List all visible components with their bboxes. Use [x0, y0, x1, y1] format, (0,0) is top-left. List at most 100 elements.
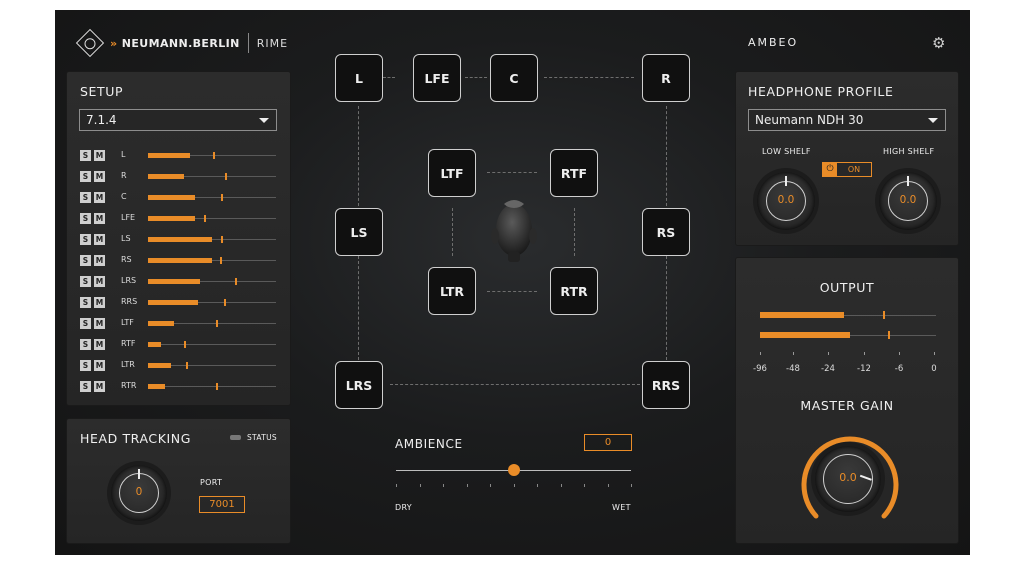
master-gain-value: 0.0 — [839, 471, 857, 484]
dropdown-arrow-icon — [259, 118, 269, 123]
ambience-slider-handle[interactable] — [507, 464, 520, 476]
peak-marker — [224, 173, 227, 180]
mute-button[interactable]: M — [94, 317, 105, 329]
speaker-lfe[interactable]: LFE — [413, 54, 461, 102]
channel-row: SM C — [80, 191, 280, 203]
ambeo-title: AMBEO — [748, 36, 799, 49]
mute-button[interactable]: M — [94, 170, 105, 182]
level-bar — [148, 258, 212, 263]
peak-marker — [213, 152, 216, 159]
plugin-window: » NEUMANN.BERLIN RIME AMBEO ⚙ SETUP 7.1.… — [55, 10, 970, 555]
solo-button[interactable]: S — [80, 149, 91, 161]
brand: » NEUMANN.BERLIN RIME — [75, 28, 289, 58]
mute-button[interactable]: M — [94, 149, 105, 161]
speaker-r[interactable]: R — [642, 54, 690, 102]
tick — [466, 484, 468, 487]
headphone-model-select[interactable]: Neumann NDH 30 — [748, 109, 946, 131]
channel-label: LTF — [121, 318, 134, 327]
speaker-l[interactable]: L — [335, 54, 383, 102]
channel-label: RTF — [121, 339, 136, 348]
tick — [607, 484, 609, 487]
channel-row: S M RS — [80, 254, 280, 266]
level-bar — [148, 363, 172, 368]
peak-marker — [235, 278, 238, 285]
low-shelf-value: 0.0 — [777, 194, 795, 206]
master-gain-label: MASTER GAIN — [800, 398, 894, 413]
solo-button[interactable]: S — [80, 212, 91, 224]
mute-button[interactable]: M — [94, 212, 105, 224]
format-select[interactable]: 7.1.4 — [79, 109, 277, 131]
solo-button[interactable]: S — [80, 254, 91, 266]
product-name: RIME — [256, 36, 289, 50]
eq-toggle[interactable]: ⏻ ON — [822, 162, 872, 177]
mute-button[interactable]: M — [94, 233, 105, 245]
channel-row: SM L — [80, 149, 280, 161]
low-shelf-knob[interactable]: 0.0 — [757, 172, 815, 230]
output-title: OUTPUT — [819, 280, 875, 295]
level-bar — [148, 300, 198, 305]
mute-button[interactable]: M — [94, 296, 105, 308]
mute-button[interactable]: M — [94, 380, 105, 392]
master-gain-knob[interactable]: 0.0 — [815, 446, 881, 512]
solo-button[interactable]: S — [80, 338, 91, 350]
speaker-c[interactable]: C — [490, 54, 538, 102]
peak-marker — [215, 383, 218, 390]
peak-marker — [220, 236, 223, 243]
peak-marker — [183, 341, 186, 348]
wet-label: WET — [612, 503, 631, 512]
scale-tick — [760, 352, 761, 355]
mute-button[interactable]: M — [94, 359, 105, 371]
speaker-rs[interactable]: RS — [642, 208, 690, 256]
channel-label: LS — [121, 234, 131, 243]
speaker-ls[interactable]: LS — [335, 208, 383, 256]
neumann-logo-icon — [75, 28, 105, 58]
level-bar — [148, 153, 191, 158]
speaker-ltr[interactable]: LTR — [428, 267, 476, 315]
peak-marker — [220, 194, 223, 201]
speaker-rtr[interactable]: RTR — [550, 267, 598, 315]
status-indicator — [230, 435, 241, 440]
knob-indicator — [138, 469, 140, 479]
port-label: PORT — [200, 478, 223, 487]
speaker-rtf[interactable]: RTF — [550, 149, 598, 197]
format-value: 7.1.4 — [86, 113, 117, 127]
mute-button[interactable]: M — [94, 275, 105, 287]
peak-marker — [223, 299, 226, 306]
solo-button[interactable]: S — [80, 359, 91, 371]
headphone-profile-title: HEADPHONE PROFILE — [748, 84, 894, 99]
setup-panel: SETUP 7.1.4 S M L S M R S M C S M LFE S M LS S M RS S M LRS S… — [67, 72, 290, 405]
headphone-profile-panel: HEADPHONE PROFILE Neumann NDH 30 LOW SHE… — [736, 72, 958, 245]
solo-button[interactable]: S — [80, 275, 91, 287]
solo-button[interactable]: S — [80, 170, 91, 182]
level-bar — [148, 174, 184, 179]
scale-tick — [899, 352, 900, 355]
scale-label: -96 — [753, 364, 767, 374]
mute-button[interactable]: M — [94, 191, 105, 203]
speaker-ltf[interactable]: LTF — [428, 149, 476, 197]
mute-button[interactable]: M — [94, 338, 105, 350]
head-tracking-knob[interactable]: 0 — [111, 465, 167, 521]
level-bar — [148, 237, 212, 242]
scale-tick — [864, 352, 865, 355]
solo-button[interactable]: S — [80, 191, 91, 203]
tick — [560, 484, 562, 487]
solo-button[interactable]: S — [80, 380, 91, 392]
solo-button[interactable]: S — [80, 317, 91, 329]
channel-row: S M LFE — [80, 212, 280, 224]
output-peak-marker — [883, 311, 886, 319]
solo-button[interactable]: S — [80, 296, 91, 308]
output-peak-marker — [888, 331, 891, 339]
speaker-lrs[interactable]: LRS — [335, 361, 383, 409]
level-bar — [148, 384, 165, 389]
mute-button[interactable]: M — [94, 254, 105, 266]
high-shelf-knob[interactable]: 0.0 — [879, 172, 937, 230]
ambience-value[interactable]: 0 — [584, 434, 632, 451]
level-bar — [148, 321, 174, 326]
status-label: STATUS — [247, 433, 277, 442]
speaker-rrs[interactable]: RRS — [642, 361, 690, 409]
scale-label: -12 — [857, 364, 871, 374]
port-input[interactable]: 7001 — [199, 496, 245, 513]
solo-button[interactable]: S — [80, 233, 91, 245]
gear-icon[interactable]: ⚙ — [932, 34, 945, 52]
scale-label: -48 — [786, 364, 800, 374]
